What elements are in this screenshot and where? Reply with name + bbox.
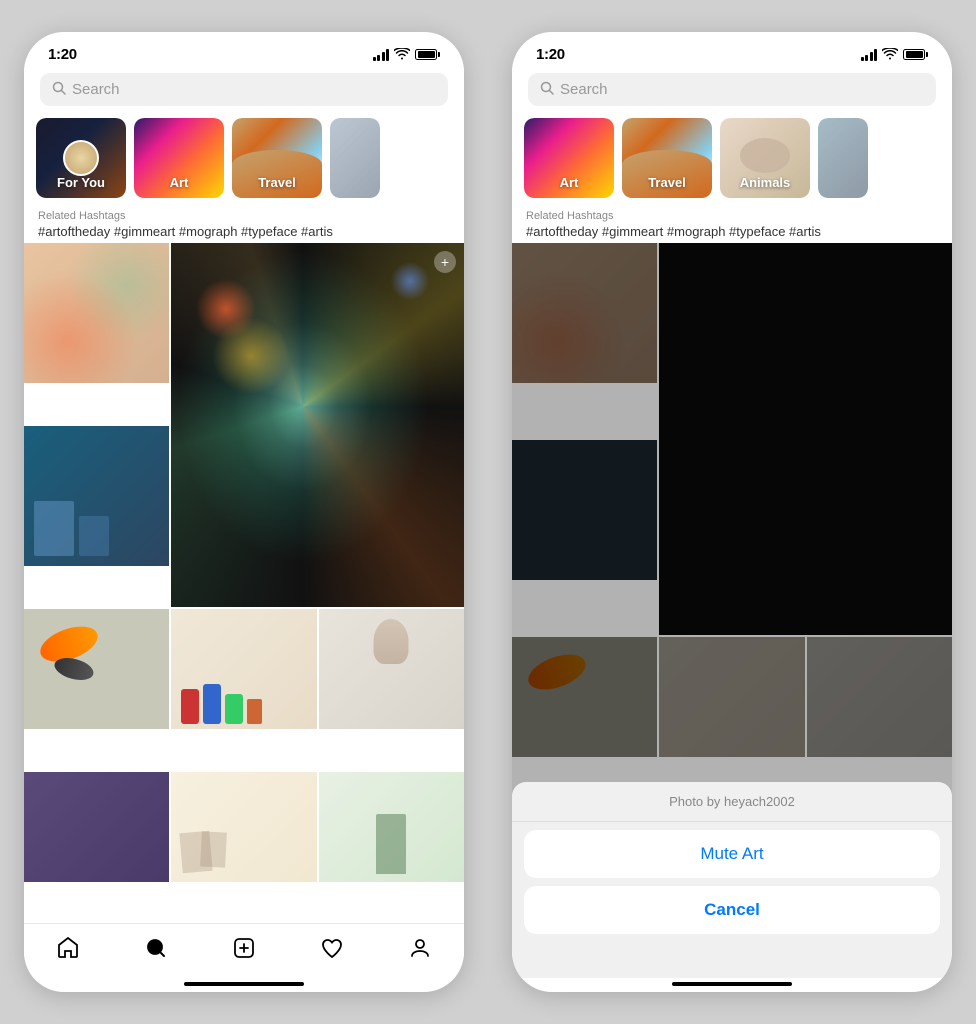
category-tabs-left: For You Art Travel <box>24 114 464 206</box>
hashtags-label-right: Related Hashtags <box>526 210 938 222</box>
tab-partial-left[interactable] <box>330 118 380 198</box>
modal-attribution: Photo by heyach2002 <box>512 782 952 822</box>
modal-spacer <box>512 962 952 978</box>
home-indicator-left <box>184 982 304 986</box>
signal-icon-left <box>373 49 390 61</box>
search-bar-left[interactable]: Search <box>40 73 448 106</box>
hashtags-left: Related Hashtags #artoftheday #gimmeart … <box>24 206 464 243</box>
tab-art-label-right: Art <box>524 175 614 190</box>
phone-left-wrapper: 1:20 <box>0 0 488 1024</box>
search-placeholder-left: Search <box>72 81 120 98</box>
create-nav-icon[interactable] <box>230 934 258 962</box>
grid-item-3[interactable] <box>24 609 169 729</box>
for-you-avatar <box>63 140 99 176</box>
tab-travel-left[interactable]: Travel <box>232 118 322 198</box>
status-icons-left <box>373 48 441 62</box>
modal-sheet: Photo by heyach2002 Mute Art Cancel <box>512 782 952 962</box>
wifi-icon-left <box>394 48 410 62</box>
category-tabs-right: Art Travel Animals <box>512 114 952 206</box>
hashtags-text-right: #artoftheday #gimmeart #mograph #typefac… <box>526 224 938 239</box>
tab-art-right[interactable]: Art <box>524 118 614 198</box>
mute-art-button[interactable]: Mute Art <box>524 830 940 878</box>
search-nav-icon[interactable] <box>142 934 170 962</box>
grid-item-7[interactable] <box>171 772 316 882</box>
home-nav-icon[interactable] <box>54 934 82 962</box>
status-bar-left: 1:20 <box>24 32 464 67</box>
hashtags-right: Related Hashtags #artoftheday #gimmeart … <box>512 206 952 243</box>
grid-item-5[interactable] <box>319 609 464 729</box>
profile-nav-icon[interactable] <box>406 934 434 962</box>
phone-right: 1:20 <box>512 32 952 992</box>
grid-item-6[interactable] <box>24 772 169 882</box>
search-bar-container-right: Search <box>512 67 952 114</box>
search-placeholder-right: Search <box>560 81 608 98</box>
signal-icon-right <box>861 49 878 61</box>
grid-left: + <box>24 243 464 923</box>
search-icon-left <box>52 81 66 98</box>
tab-for-you[interactable]: For You <box>36 118 126 198</box>
photo-grid-right: Photo by heyach2002 Mute Art Cancel <box>512 243 952 978</box>
tab-travel-label-right: Travel <box>622 175 712 190</box>
tab-art-label-left: Art <box>134 175 224 190</box>
photo-grid-left: + <box>24 243 464 923</box>
grid-item-big[interactable]: + <box>171 243 464 607</box>
home-indicator-right <box>672 982 792 986</box>
bottom-nav-left <box>24 923 464 982</box>
tab-animals-label-right: Animals <box>720 175 810 190</box>
search-icon-right <box>540 81 554 98</box>
status-bar-right: 1:20 <box>512 32 952 67</box>
time-right: 1:20 <box>536 46 565 63</box>
tab-travel-label-left: Travel <box>232 175 322 190</box>
modal-overlay[interactable]: Photo by heyach2002 Mute Art Cancel <box>512 243 952 978</box>
cancel-button[interactable]: Cancel <box>524 886 940 934</box>
tab-art-left[interactable]: Art <box>134 118 224 198</box>
tab-animals-right[interactable]: Animals <box>720 118 810 198</box>
grid-item-1[interactable] <box>24 243 169 383</box>
phone-right-wrapper: 1:20 <box>488 0 976 1024</box>
status-icons-right <box>861 48 929 62</box>
battery-icon-right <box>903 49 928 60</box>
tab-partial-right[interactable] <box>818 118 868 198</box>
search-bar-right[interactable]: Search <box>528 73 936 106</box>
time-left: 1:20 <box>48 46 77 63</box>
tab-travel-right[interactable]: Travel <box>622 118 712 198</box>
battery-icon-left <box>415 49 440 60</box>
heart-nav-icon[interactable] <box>318 934 346 962</box>
wifi-icon-right <box>882 48 898 62</box>
hashtags-label-left: Related Hashtags <box>38 210 450 222</box>
search-bar-container-left: Search <box>24 67 464 114</box>
tab-for-you-label: For You <box>36 175 126 190</box>
grid-item-8[interactable] <box>319 772 464 882</box>
grid-item-2[interactable] <box>24 426 169 566</box>
grid-item-4[interactable] <box>171 609 316 729</box>
hashtags-text-left: #artoftheday #gimmeart #mograph #typefac… <box>38 224 450 239</box>
phone-left: 1:20 <box>24 32 464 992</box>
